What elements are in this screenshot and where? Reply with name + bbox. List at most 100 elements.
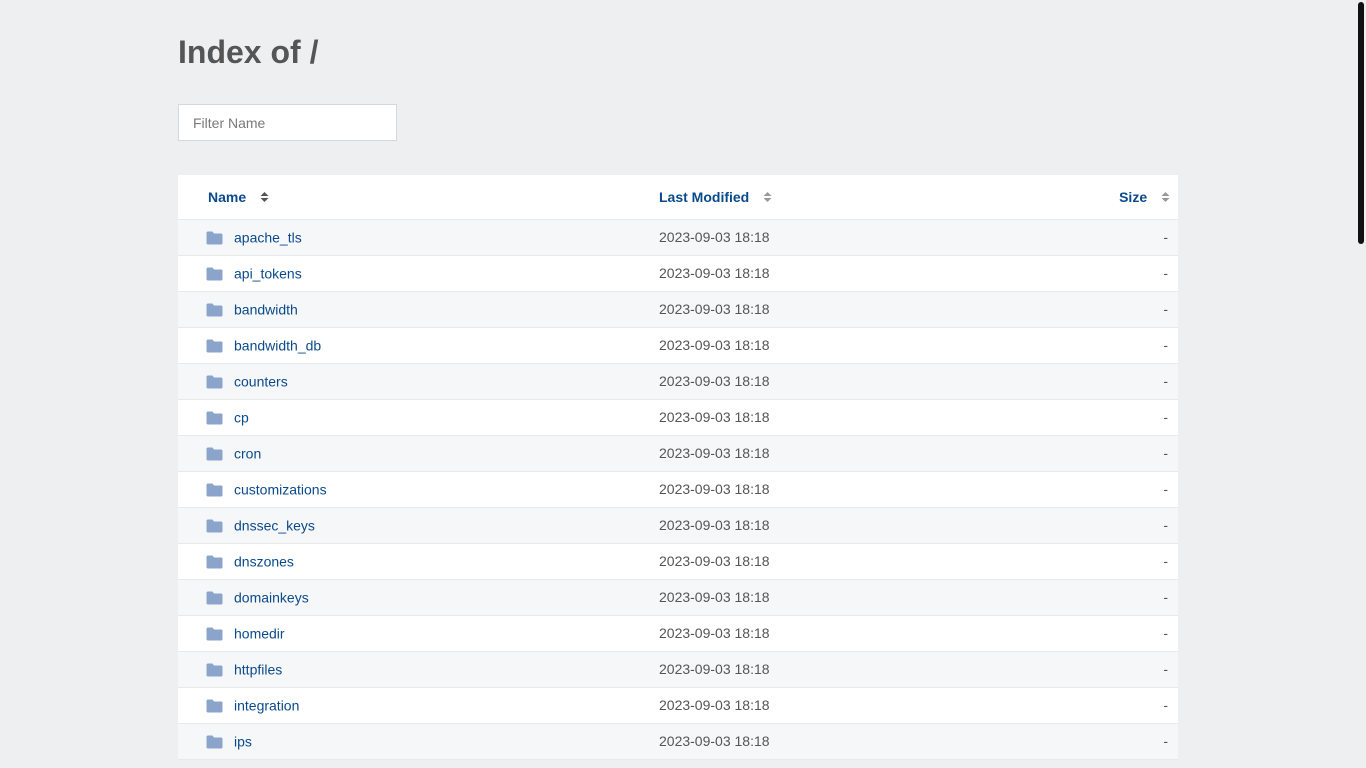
table-row: bandwidth 2023-09-03 18:18 -	[178, 291, 1178, 327]
size-cell: -	[1163, 445, 1168, 461]
folder-link[interactable]: homedir	[234, 626, 285, 642]
folder-link[interactable]: dnssec_keys	[234, 518, 315, 534]
table-row: cron 2023-09-03 18:18 -	[178, 435, 1178, 471]
folder-link[interactable]: api_tokens	[234, 266, 302, 282]
table-row: integration 2023-09-03 18:18 -	[178, 687, 1178, 723]
size-cell: -	[1163, 409, 1168, 425]
folder-link[interactable]: httpfiles	[234, 662, 282, 678]
table-row: apache_tls 2023-09-03 18:18 -	[178, 219, 1178, 255]
size-cell: -	[1163, 661, 1168, 677]
folder-link[interactable]: dnszones	[234, 554, 294, 570]
folder-link[interactable]: domainkeys	[234, 590, 309, 606]
name-cell: cron	[178, 435, 659, 471]
table-row: bandwidth_db 2023-09-03 18:18 -	[178, 327, 1178, 363]
name-cell: domainkeys	[178, 579, 659, 615]
last-modified-cell: 2023-09-03 18:18	[659, 733, 770, 749]
table-row: ips 2023-09-03 18:18 -	[178, 723, 1178, 759]
folder-icon	[206, 231, 223, 245]
table-header-row: Name Last Modified Size	[178, 175, 1178, 219]
column-header-size: Size	[1000, 175, 1178, 219]
table-row: api_tokens 2023-09-03 18:18 -	[178, 255, 1178, 291]
size-cell: -	[1163, 265, 1168, 281]
folder-icon	[206, 555, 223, 569]
sort-icon[interactable]	[260, 192, 269, 203]
vertical-scrollbar[interactable]	[1356, 0, 1366, 768]
column-header-last-modified: Last Modified	[659, 175, 1000, 219]
last-modified-cell: 2023-09-03 18:18	[659, 625, 770, 641]
folder-link[interactable]: ips	[234, 734, 252, 750]
folder-link[interactable]: cron	[234, 446, 261, 462]
name-cell: bandwidth	[178, 291, 659, 327]
last-modified-cell: 2023-09-03 18:18	[659, 409, 770, 425]
name-cell: bandwidth_db	[178, 327, 659, 363]
sort-by-name-link[interactable]: Name	[208, 189, 246, 205]
last-modified-cell: 2023-09-03 18:18	[659, 517, 770, 533]
size-cell: -	[1163, 625, 1168, 641]
table-row: dnssec_keys 2023-09-03 18:18 -	[178, 507, 1178, 543]
size-cell: -	[1163, 733, 1168, 749]
folder-link[interactable]: customizations	[234, 482, 327, 498]
sort-icon[interactable]	[763, 192, 772, 203]
table-row: dnszones 2023-09-03 18:18 -	[178, 543, 1178, 579]
table-row: domainkeys 2023-09-03 18:18 -	[178, 579, 1178, 615]
folder-link[interactable]: bandwidth	[234, 302, 298, 318]
last-modified-cell: 2023-09-03 18:18	[659, 445, 770, 461]
size-cell: -	[1163, 589, 1168, 605]
folder-link[interactable]: bandwidth_db	[234, 338, 321, 354]
sort-by-size-link[interactable]: Size	[1119, 189, 1147, 205]
folder-icon	[206, 627, 223, 641]
sort-by-last-modified-link[interactable]: Last Modified	[659, 189, 749, 205]
last-modified-cell: 2023-09-03 18:18	[659, 337, 770, 353]
folder-icon	[206, 699, 223, 713]
folder-icon	[206, 663, 223, 677]
table-row: counters 2023-09-03 18:18 -	[178, 363, 1178, 399]
name-cell: homedir	[178, 615, 659, 651]
folder-icon	[206, 483, 223, 497]
folder-link[interactable]: apache_tls	[234, 230, 302, 246]
folder-icon	[206, 411, 223, 425]
name-cell: api_tokens	[178, 255, 659, 291]
last-modified-cell: 2023-09-03 18:18	[659, 229, 770, 245]
folder-icon	[206, 375, 223, 389]
name-cell: integration	[178, 687, 659, 723]
folder-link[interactable]: cp	[234, 410, 249, 426]
name-cell: cp	[178, 399, 659, 435]
last-modified-cell: 2023-09-03 18:18	[659, 553, 770, 569]
name-cell: apache_tls	[178, 219, 659, 255]
folder-icon	[206, 339, 223, 353]
size-cell: -	[1163, 229, 1168, 245]
scrollbar-thumb[interactable]	[1358, 2, 1364, 244]
name-cell: httpfiles	[178, 651, 659, 687]
file-table: Name Last Modified Size apache_tls 2023-…	[178, 175, 1178, 760]
size-cell: -	[1163, 337, 1168, 353]
name-cell: customizations	[178, 471, 659, 507]
folder-icon	[206, 735, 223, 749]
last-modified-cell: 2023-09-03 18:18	[659, 481, 770, 497]
column-header-name: Name	[178, 175, 659, 219]
size-cell: -	[1163, 697, 1168, 713]
folder-icon	[206, 267, 223, 281]
last-modified-cell: 2023-09-03 18:18	[659, 373, 770, 389]
name-cell: dnszones	[178, 543, 659, 579]
name-cell: dnssec_keys	[178, 507, 659, 543]
table-row: homedir 2023-09-03 18:18 -	[178, 615, 1178, 651]
last-modified-cell: 2023-09-03 18:18	[659, 589, 770, 605]
folder-icon	[206, 591, 223, 605]
name-cell: ips	[178, 723, 659, 759]
size-cell: -	[1163, 553, 1168, 569]
last-modified-cell: 2023-09-03 18:18	[659, 265, 770, 281]
size-cell: -	[1163, 481, 1168, 497]
folder-icon	[206, 519, 223, 533]
last-modified-cell: 2023-09-03 18:18	[659, 661, 770, 677]
size-cell: -	[1163, 373, 1168, 389]
filter-name-input[interactable]	[178, 104, 397, 141]
last-modified-cell: 2023-09-03 18:18	[659, 697, 770, 713]
name-cell: counters	[178, 363, 659, 399]
table-row: cp 2023-09-03 18:18 -	[178, 399, 1178, 435]
folder-link[interactable]: counters	[234, 374, 288, 390]
folder-icon	[206, 303, 223, 317]
folder-icon	[206, 447, 223, 461]
size-cell: -	[1163, 517, 1168, 533]
sort-icon[interactable]	[1161, 192, 1170, 203]
folder-link[interactable]: integration	[234, 698, 299, 714]
